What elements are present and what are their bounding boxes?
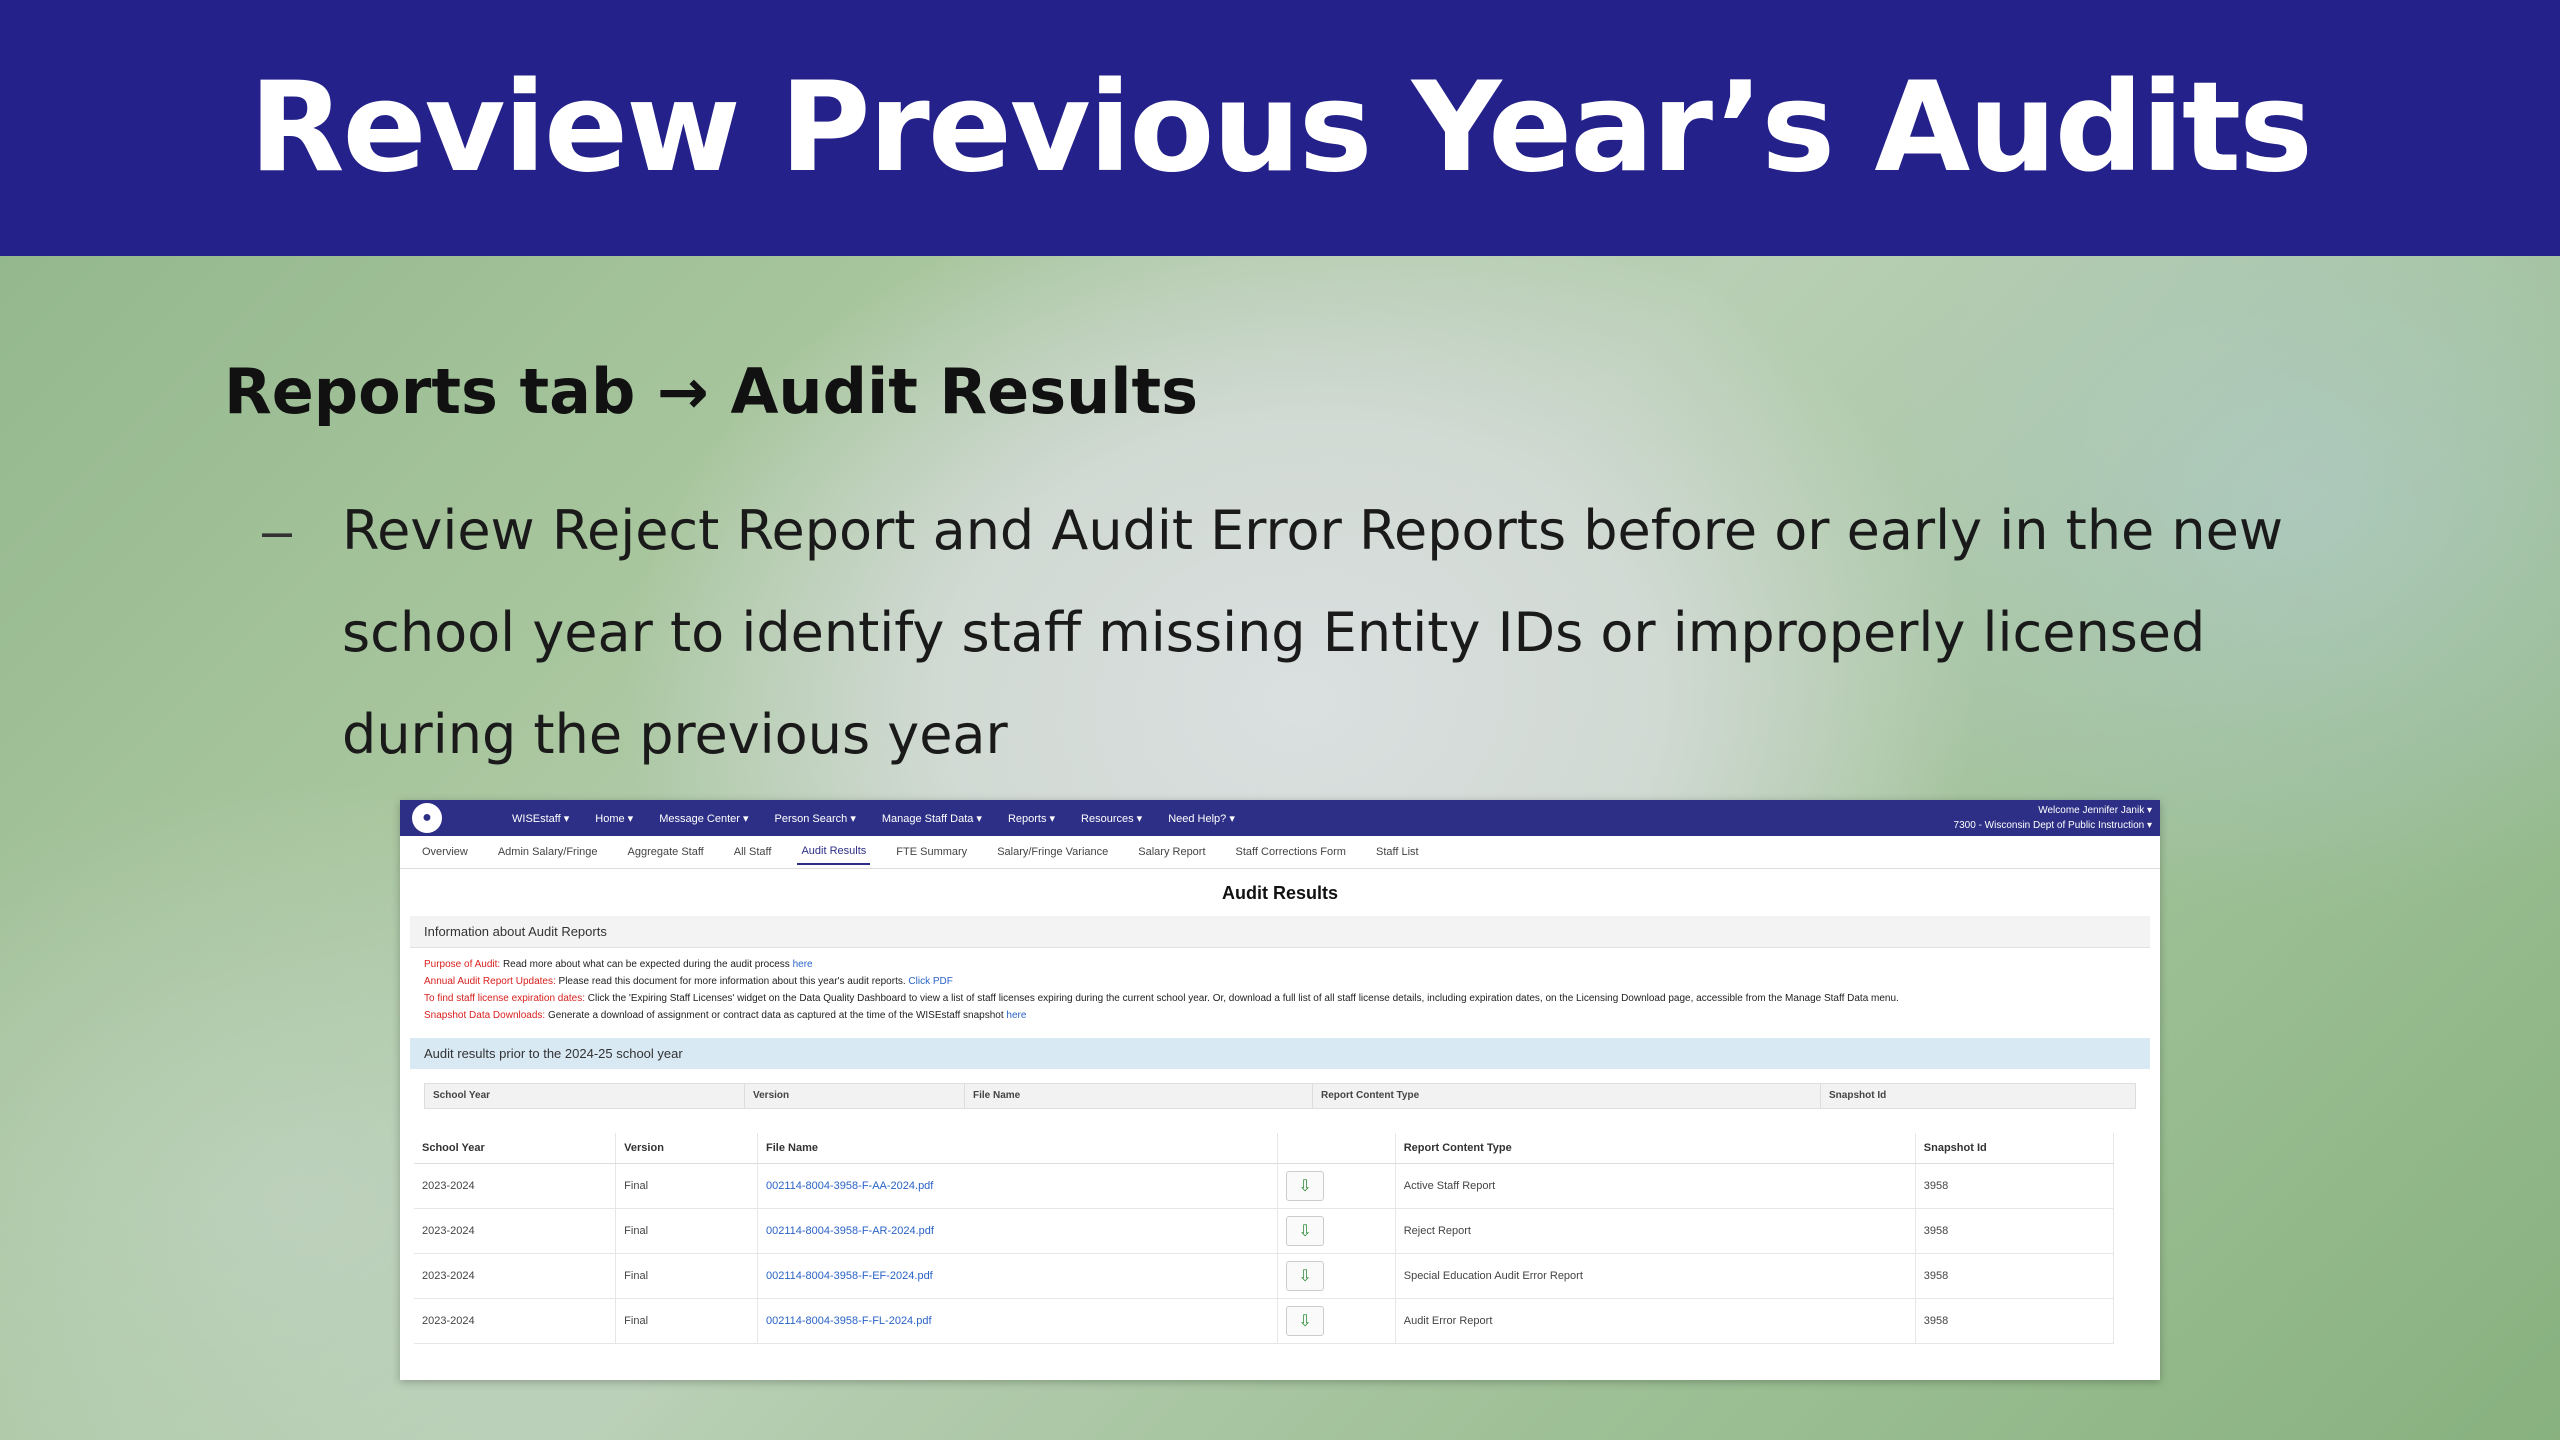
info-license: To find staff license expiration dates: … <box>424 990 2136 1007</box>
download-icon[interactable]: ⇩ <box>1286 1216 1325 1246</box>
bullet-item: – Review Reject Report and Audit Error R… <box>262 480 2322 786</box>
slide-heading: Reports tab → Audit Results <box>224 355 1199 428</box>
menu-need-help[interactable]: Need Help? ▾ <box>1168 812 1235 825</box>
cell-report-type: Active Staff Report <box>1395 1163 1916 1209</box>
download-icon[interactable]: ⇩ <box>1286 1261 1325 1291</box>
menu-manage-staff-data[interactable]: Manage Staff Data ▾ <box>882 812 982 825</box>
info-section-body: Purpose of Audit: Read more about what c… <box>410 948 2150 1032</box>
cell-school-year: 2023-2024 <box>414 1208 617 1254</box>
tab-fte-summary[interactable]: FTE Summary <box>892 840 971 864</box>
col-download <box>1277 1133 1396 1164</box>
col-snapshot-id[interactable]: Snapshot Id <box>1915 1133 2115 1164</box>
annual-pdf-link[interactable]: Click PDF <box>908 976 952 987</box>
tab-staff-list[interactable]: Staff List <box>1372 840 1423 864</box>
tab-aggregate-staff[interactable]: Aggregate Staff <box>624 840 708 864</box>
info-purpose: Purpose of Audit: Read more about what c… <box>424 956 2136 973</box>
menu-wisestaff[interactable]: WISEstaff ▾ <box>512 812 569 825</box>
purpose-here-link[interactable]: here <box>793 959 813 970</box>
info-snapshot: Snapshot Data Downloads: Generate a down… <box>424 1007 2136 1024</box>
info-snapshot-text: Generate a download of assignment or con… <box>545 1010 1007 1021</box>
filter-file-name[interactable]: File Name <box>965 1084 1313 1108</box>
filter-snapshot-id[interactable]: Snapshot Id <box>1821 1084 2135 1108</box>
filter-report-content-type[interactable]: Report Content Type <box>1313 1084 1821 1108</box>
cell-report-type: Reject Report <box>1395 1208 1916 1254</box>
table-header-row: School Year Version File Name Report Con… <box>414 1133 2115 1164</box>
tab-audit-results[interactable]: Audit Results <box>797 839 871 865</box>
filter-school-year[interactable]: School Year <box>425 1084 745 1108</box>
cell-download: ⇩ <box>1277 1163 1396 1209</box>
tab-salary-fringe-variance[interactable]: Salary/Fringe Variance <box>993 840 1112 864</box>
main-menu: WISEstaff ▾ Home ▾ Message Center ▾ Pers… <box>512 812 1235 825</box>
info-annual-label: Annual Audit Report Updates: <box>424 976 556 987</box>
reports-subnav: Overview Admin Salary/Fringe Aggregate S… <box>400 836 2160 869</box>
cell-snapshot-id: 3958 <box>1915 1253 2115 1299</box>
info-purpose-text: Read more about what can be expected dur… <box>500 959 793 970</box>
info-license-text: Click the 'Expiring Staff Licenses' widg… <box>585 993 1899 1004</box>
welcome-user[interactable]: Welcome Jennifer Janik ▾ <box>1954 803 2152 818</box>
download-icon[interactable]: ⇩ <box>1286 1306 1325 1336</box>
cell-download: ⇩ <box>1277 1298 1396 1344</box>
filter-header-row: School Year Version File Name Report Con… <box>424 1083 2136 1109</box>
cell-version: Final <box>615 1208 758 1254</box>
file-link[interactable]: 002114-8004-3958-F-EF-2024.pdf <box>757 1253 1279 1299</box>
col-school-year[interactable]: School Year <box>414 1133 617 1164</box>
tab-all-staff[interactable]: All Staff <box>730 840 776 864</box>
app-logo-icon[interactable]: ● <box>412 803 442 833</box>
cell-snapshot-id: 3958 <box>1915 1163 2115 1209</box>
slide-title: Review Previous Year’s Audits <box>249 56 2313 200</box>
cell-report-type: Special Education Audit Error Report <box>1395 1253 1916 1299</box>
welcome-agency[interactable]: 7300 - Wisconsin Dept of Public Instruct… <box>1954 818 2152 833</box>
menu-reports[interactable]: Reports ▾ <box>1008 812 1055 825</box>
file-link[interactable]: 002114-8004-3958-F-AA-2024.pdf <box>757 1163 1279 1209</box>
menu-resources[interactable]: Resources ▾ <box>1081 812 1142 825</box>
table-row: 2023-2024 Final 002114-8004-3958-F-FL-20… <box>414 1298 2115 1344</box>
info-license-label: To find staff license expiration dates: <box>424 993 586 1004</box>
info-snapshot-label: Snapshot Data Downloads: <box>424 1010 546 1021</box>
info-annual-text: Please read this document for more infor… <box>555 976 909 987</box>
file-link[interactable]: 002114-8004-3958-F-FL-2024.pdf <box>757 1298 1279 1344</box>
menu-home[interactable]: Home ▾ <box>595 812 633 825</box>
menu-person-search[interactable]: Person Search ▾ <box>775 812 856 825</box>
col-file-name[interactable]: File Name <box>757 1133 1279 1164</box>
cell-report-type: Audit Error Report <box>1395 1298 1916 1344</box>
cell-school-year: 2023-2024 <box>414 1163 617 1209</box>
cell-version: Final <box>615 1163 758 1209</box>
audit-results-table: School Year Version File Name Report Con… <box>414 1133 2115 1344</box>
cell-snapshot-id: 3958 <box>1915 1298 2115 1344</box>
cell-download: ⇩ <box>1277 1253 1396 1299</box>
top-nav: ● WISEstaff ▾ Home ▾ Message Center ▾ Pe… <box>400 800 2160 836</box>
cell-version: Final <box>615 1298 758 1344</box>
slide-title-bar: Review Previous Year’s Audits <box>0 0 2560 256</box>
page-title: Audit Results <box>1221 883 1338 903</box>
cell-download: ⇩ <box>1277 1208 1396 1254</box>
cell-school-year: 2023-2024 <box>414 1298 617 1344</box>
cell-version: Final <box>615 1253 758 1299</box>
tab-overview[interactable]: Overview <box>418 840 472 864</box>
cell-school-year: 2023-2024 <box>414 1253 617 1299</box>
file-link[interactable]: 002114-8004-3958-F-AR-2024.pdf <box>757 1208 1279 1254</box>
snapshot-here-link[interactable]: here <box>1006 1010 1026 1021</box>
download-icon[interactable]: ⇩ <box>1286 1171 1325 1201</box>
table-row: 2023-2024 Final 002114-8004-3958-F-EF-20… <box>414 1253 2115 1299</box>
col-version[interactable]: Version <box>615 1133 758 1164</box>
tab-admin-salary-fringe[interactable]: Admin Salary/Fringe <box>494 840 602 864</box>
embedded-screenshot: ● WISEstaff ▾ Home ▾ Message Center ▾ Pe… <box>400 800 2160 1380</box>
prior-results-header[interactable]: Audit results prior to the 2024-25 schoo… <box>410 1038 2150 1069</box>
filter-version[interactable]: Version <box>745 1084 965 1108</box>
user-welcome[interactable]: Welcome Jennifer Janik ▾ 7300 - Wisconsi… <box>1954 803 2152 833</box>
tab-salary-report[interactable]: Salary Report <box>1134 840 1209 864</box>
bullet-text: Review Reject Report and Audit Error Rep… <box>342 499 2284 766</box>
info-section-header: Information about Audit Reports <box>410 916 2150 948</box>
table-row: 2023-2024 Final 002114-8004-3958-F-AA-20… <box>414 1163 2115 1209</box>
info-purpose-label: Purpose of Audit: <box>424 959 501 970</box>
cell-snapshot-id: 3958 <box>1915 1208 2115 1254</box>
tab-staff-corrections-form[interactable]: Staff Corrections Form <box>1232 840 1350 864</box>
table-row: 2023-2024 Final 002114-8004-3958-F-AR-20… <box>414 1208 2115 1254</box>
info-annual: Annual Audit Report Updates: Please read… <box>424 973 2136 990</box>
menu-message-center[interactable]: Message Center ▾ <box>659 812 748 825</box>
bullet-dash: – <box>262 501 293 561</box>
col-report-content-type[interactable]: Report Content Type <box>1395 1133 1916 1164</box>
